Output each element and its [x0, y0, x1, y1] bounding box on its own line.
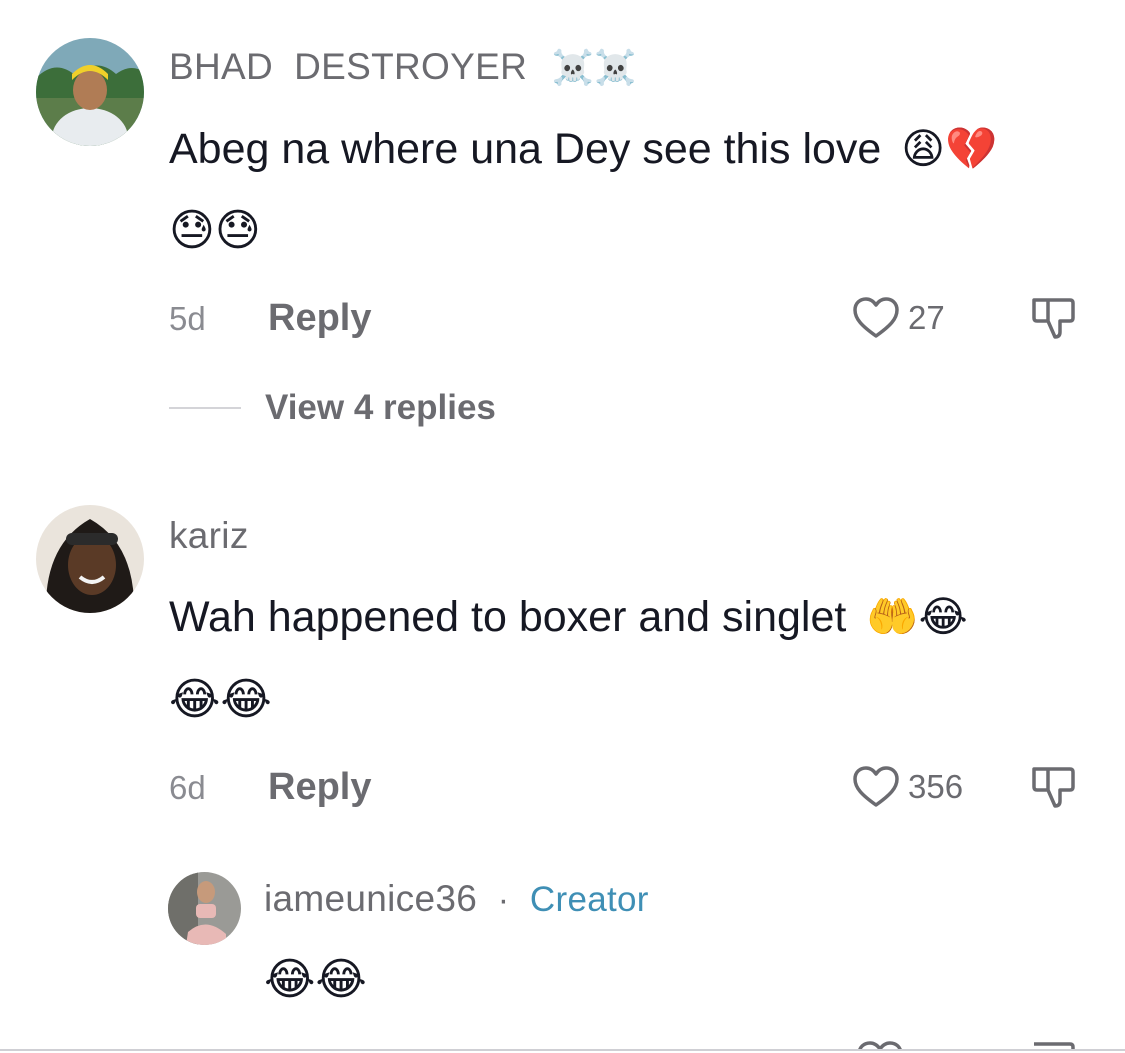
avatar-image: [36, 505, 144, 613]
avatar[interactable]: [36, 505, 144, 613]
heart-icon: [858, 1041, 902, 1049]
avatar[interactable]: [36, 38, 144, 146]
thumbs-down-icon: [1032, 767, 1075, 808]
comment-text-body: Wah happened to boxer and singlet: [169, 593, 847, 641]
reply-button[interactable]: Reply: [268, 297, 371, 340]
comment-text-body: Abeg na where una Dey see this love: [169, 125, 882, 173]
comment-timestamp: 5d: [169, 300, 206, 337]
comment-text: Abeg na where una Dey see this love 😩💔: [169, 124, 997, 174]
reply-actions-partial: [0, 1040, 1125, 1049]
like-count: 356: [908, 768, 964, 805]
comment-timestamp: 6d: [169, 769, 206, 806]
dislike-button[interactable]: [1030, 296, 1076, 345]
comment-text: Wah happened to boxer and singlet 🤲😂: [169, 592, 968, 642]
avatar-image: [36, 38, 144, 146]
reply-emoji-line: 😂😂: [264, 954, 367, 1005]
bottom-divider: [0, 1049, 1125, 1051]
username-emoji: ☠️☠️: [551, 49, 637, 87]
dislike-button[interactable]: [1030, 765, 1076, 814]
reply-username-row: iameunice36 · Creator: [264, 878, 649, 920]
heart-icon: [853, 766, 899, 807]
comment-emoji-line: 😂😂: [169, 674, 272, 725]
comment-username[interactable]: BHAD DESTROYER ☠️☠️: [169, 46, 637, 88]
comment-text-emoji: 😩💔: [901, 124, 998, 173]
comment-username[interactable]: kariz: [169, 515, 249, 557]
like-button[interactable]: 27: [852, 296, 945, 340]
creator-badge: Creator: [529, 880, 649, 919]
heart-icon: [853, 297, 899, 338]
avatar-image: [168, 872, 241, 945]
comment-emoji-line: 😓😓: [169, 205, 261, 256]
view-replies-divider: [169, 407, 241, 409]
comment-text-emoji: 🤲😂: [866, 592, 968, 641]
separator-dot: ·: [497, 881, 510, 919]
view-replies-button[interactable]: View 4 replies: [169, 388, 496, 428]
like-count: 27: [908, 299, 945, 336]
thumbs-down-icon: [1032, 298, 1075, 339]
like-button[interactable]: 356: [852, 765, 963, 809]
username-text: BHAD DESTROYER: [169, 46, 528, 87]
reply-button[interactable]: Reply: [268, 766, 371, 809]
view-replies-label: View 4 replies: [265, 388, 496, 427]
reply-username[interactable]: iameunice36: [264, 878, 477, 919]
avatar[interactable]: [168, 872, 241, 945]
thumbs-down-icon: [1034, 1042, 1075, 1049]
